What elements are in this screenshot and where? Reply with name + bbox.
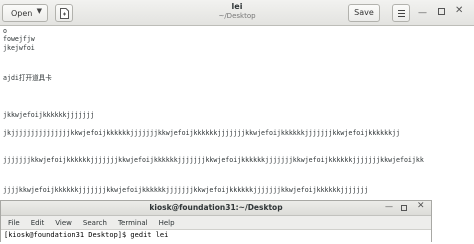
menu-item-view[interactable]: View — [55, 219, 72, 227]
terminal-prompt-line: [kiosk@foundation31 Desktop]$ gedit lei — [4, 231, 169, 239]
terminal-title: kiosk@foundation31:~/Desktop — [149, 203, 283, 212]
menu-item-search[interactable]: Search — [83, 219, 107, 227]
minimize-icon[interactable]: — — [385, 202, 393, 211]
close-icon[interactable]: ✕ — [455, 5, 463, 16]
editor-line: ajdi打开道具卡 — [3, 74, 52, 82]
menu-button[interactable] — [392, 4, 410, 22]
save-button[interactable]: Save — [348, 4, 380, 22]
gedit-header-bar: Open ▼ lei ~/Desktop Save — ✕ — [0, 0, 474, 26]
maximize-icon[interactable] — [438, 8, 445, 15]
maximize-icon[interactable] — [401, 205, 407, 211]
terminal-window: kiosk@foundation31:~/Desktop — ✕ File Ed… — [0, 200, 432, 242]
terminal-title-bar[interactable]: kiosk@foundation31:~/Desktop — ✕ — [1, 201, 431, 216]
menu-item-file[interactable]: File — [8, 219, 20, 227]
editor-line: o — [3, 27, 7, 35]
menu-item-edit[interactable]: Edit — [31, 219, 45, 227]
editor-line: fowejfjw — [3, 35, 35, 43]
close-icon[interactable]: ✕ — [417, 201, 425, 211]
minimize-icon[interactable]: — — [418, 8, 427, 18]
menu-item-help[interactable]: Help — [159, 219, 175, 227]
editor-line: jkkwjefoijkkkkkkjjjjjjj — [3, 111, 95, 119]
editor-line: jjjjjjjkkwjefoijkkkkkkjjjjjjjkkwjefoijkk… — [3, 156, 424, 164]
editor-line: jkejwfoi — [3, 44, 35, 52]
editor-line: jjjjkkwjefoijkkkkkkjjjjjjjkkwjefoijkkkkk… — [3, 186, 369, 194]
terminal-menu-bar: File Edit View Search Terminal Help — [1, 216, 431, 230]
editor-line: jkjjjjjjjjjjjjjjjkkwjefoijkkkkkkjjjjjjjk… — [3, 129, 400, 137]
menu-item-terminal[interactable]: Terminal — [118, 219, 148, 227]
